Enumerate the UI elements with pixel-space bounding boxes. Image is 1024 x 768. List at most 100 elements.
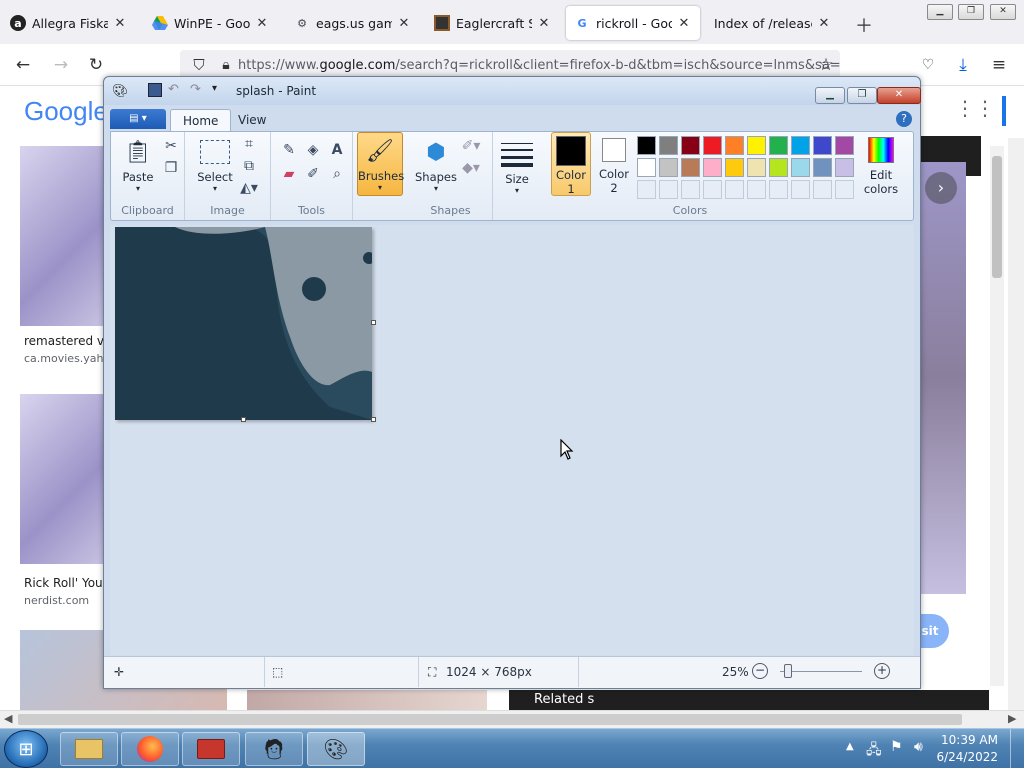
paint-menu-button[interactable]: ▤ ▾ [110, 109, 166, 129]
palette-swatch[interactable] [835, 136, 854, 155]
palette-swatch[interactable] [659, 136, 678, 155]
palette-swatch[interactable] [835, 158, 854, 177]
magnifier-icon[interactable]: ⌕ [327, 164, 347, 184]
custom-color-slot[interactable] [725, 180, 744, 199]
custom-color-slot[interactable] [747, 180, 766, 199]
palette-swatch[interactable] [813, 158, 832, 177]
clock-date[interactable]: 6/24/2022 [936, 750, 998, 764]
resize-handle-corner[interactable] [371, 417, 376, 422]
brushes-button[interactable]: 🖌︎ Brushes ▾ [357, 132, 404, 196]
eraser-icon[interactable]: ▰ [279, 164, 299, 184]
tab-eaglercraft[interactable]: Eaglercraft Sing ✕ [426, 6, 560, 40]
tab-allegra[interactable]: a Allegra Fiskal ✕ [2, 6, 136, 40]
save-icon[interactable] [148, 83, 162, 97]
copy-icon[interactable]: ❐ [161, 158, 181, 178]
palette-swatch[interactable] [703, 158, 722, 177]
start-button[interactable]: ⊞ [4, 730, 48, 768]
close-tab-icon[interactable]: ✕ [112, 16, 128, 31]
result-image[interactable] [20, 394, 104, 564]
palette-swatch[interactable] [747, 136, 766, 155]
volume-icon[interactable]: 🔊︎ [914, 739, 923, 755]
resize-handle-right[interactable] [371, 320, 376, 325]
close-window-icon[interactable]: ✕ [990, 4, 1016, 20]
page-scrollbar-thumb[interactable] [992, 156, 1002, 278]
paint-close-button[interactable]: ✕ [877, 87, 921, 104]
color-picker-icon[interactable]: ✐ [303, 164, 323, 184]
custom-color-slot[interactable] [813, 180, 832, 199]
size-button[interactable]: Size ▾ [497, 138, 537, 195]
rotate-icon[interactable]: ◭▾ [239, 178, 259, 198]
paste-button[interactable]: 📋︎ Paste ▾ [117, 136, 159, 194]
custom-color-slot[interactable] [637, 180, 656, 199]
paint-maximize-button[interactable]: ❐ [847, 87, 877, 104]
result-image[interactable] [247, 690, 487, 710]
pocket-icon[interactable]: ♡ [917, 54, 939, 76]
tab-home[interactable]: Home [170, 109, 232, 131]
network-user-icon[interactable]: 🧑︎ [245, 732, 303, 766]
result-caption[interactable]: remastered ve [24, 334, 111, 348]
palette-swatch[interactable] [637, 136, 656, 155]
undo-icon[interactable]: ↶ [168, 82, 179, 97]
close-tab-icon[interactable]: ✕ [254, 16, 270, 31]
paint-app-icon[interactable]: 🎨︎ [112, 84, 129, 99]
tab-index-releases[interactable]: Index of /releases/g ✕ [706, 6, 840, 40]
tab-winpe[interactable]: WinPE - Google ✕ [144, 6, 278, 40]
file-explorer-icon[interactable] [60, 732, 118, 766]
horizontal-scrollbar[interactable]: ◀ ▶ [0, 710, 1024, 728]
text-icon[interactable]: A [327, 140, 347, 160]
paint-taskbar-icon[interactable]: 🎨︎ [307, 732, 365, 766]
help-icon[interactable]: ? [896, 111, 912, 127]
forward-icon[interactable]: → [50, 54, 72, 76]
google-logo[interactable]: Google [24, 96, 108, 127]
palette-swatch[interactable] [747, 158, 766, 177]
drawing-canvas[interactable] [115, 227, 372, 420]
color1-button[interactable]: Color 1 [551, 132, 591, 196]
shapes-button[interactable]: ⬢ Shapes ▾ [413, 136, 459, 194]
palette-swatch[interactable] [681, 136, 700, 155]
sign-in-button[interactable] [1002, 96, 1006, 126]
reload-icon[interactable]: ↻ [85, 54, 107, 76]
palette-swatch[interactable] [703, 136, 722, 155]
firefox-icon[interactable] [121, 732, 179, 766]
close-tab-icon[interactable]: ✕ [676, 16, 692, 31]
scroll-left-icon[interactable]: ◀ [4, 712, 12, 725]
close-tab-icon[interactable]: ✕ [396, 16, 412, 31]
customize-quick-access-icon[interactable]: ▾ [212, 83, 217, 94]
palette-swatch[interactable] [725, 136, 744, 155]
fill-icon[interactable]: ◈ [303, 140, 323, 160]
color2-button[interactable]: Color 2 [595, 132, 633, 195]
close-tab-icon[interactable]: ✕ [536, 16, 552, 31]
custom-color-slot[interactable] [791, 180, 810, 199]
close-tab-icon[interactable]: ✕ [816, 16, 832, 31]
palette-swatch[interactable] [637, 158, 656, 177]
zoom-in-icon[interactable]: + [874, 663, 890, 679]
custom-color-slot[interactable] [835, 180, 854, 199]
zoom-slider-thumb[interactable] [784, 664, 792, 678]
bookmark-star-icon[interactable]: ☆ [815, 54, 837, 76]
fill-shape-icon[interactable]: ◆▾ [461, 158, 481, 178]
palette-swatch[interactable] [791, 136, 810, 155]
download-icon[interactable]: ⤓ [952, 54, 974, 76]
back-icon[interactable]: ← [12, 54, 34, 76]
custom-color-slot[interactable] [659, 180, 678, 199]
menu-icon[interactable]: ≡ [988, 54, 1010, 76]
clock-time[interactable]: 10:39 AM [941, 733, 998, 747]
toolbox-icon[interactable] [182, 732, 240, 766]
palette-swatch[interactable] [769, 136, 788, 155]
apps-grid-icon[interactable]: ⋮⋮⋮ [955, 96, 1015, 120]
outline-icon[interactable]: ✐▾ [461, 136, 481, 156]
show-desktop-button[interactable] [1010, 729, 1024, 768]
palette-swatch[interactable] [769, 158, 788, 177]
palette-swatch[interactable] [681, 158, 700, 177]
redo-icon[interactable]: ↷ [190, 82, 201, 97]
horizontal-scrollbar-thumb[interactable] [18, 714, 962, 725]
custom-color-slot[interactable] [703, 180, 722, 199]
minimize-icon[interactable]: ▁ [927, 4, 953, 20]
paint-minimize-button[interactable]: ▁ [815, 87, 845, 104]
paint-title-bar[interactable]: 🎨︎ ↶ ↷ ▾ splash - Paint ▁ ❐ ✕ [104, 77, 921, 105]
new-tab-icon[interactable]: ＋ [855, 12, 873, 38]
browser-scrollbar[interactable] [1008, 138, 1024, 710]
custom-color-slot[interactable] [769, 180, 788, 199]
cut-icon[interactable]: ✂ [161, 136, 181, 156]
maximize-icon[interactable]: ❐ [958, 4, 984, 20]
